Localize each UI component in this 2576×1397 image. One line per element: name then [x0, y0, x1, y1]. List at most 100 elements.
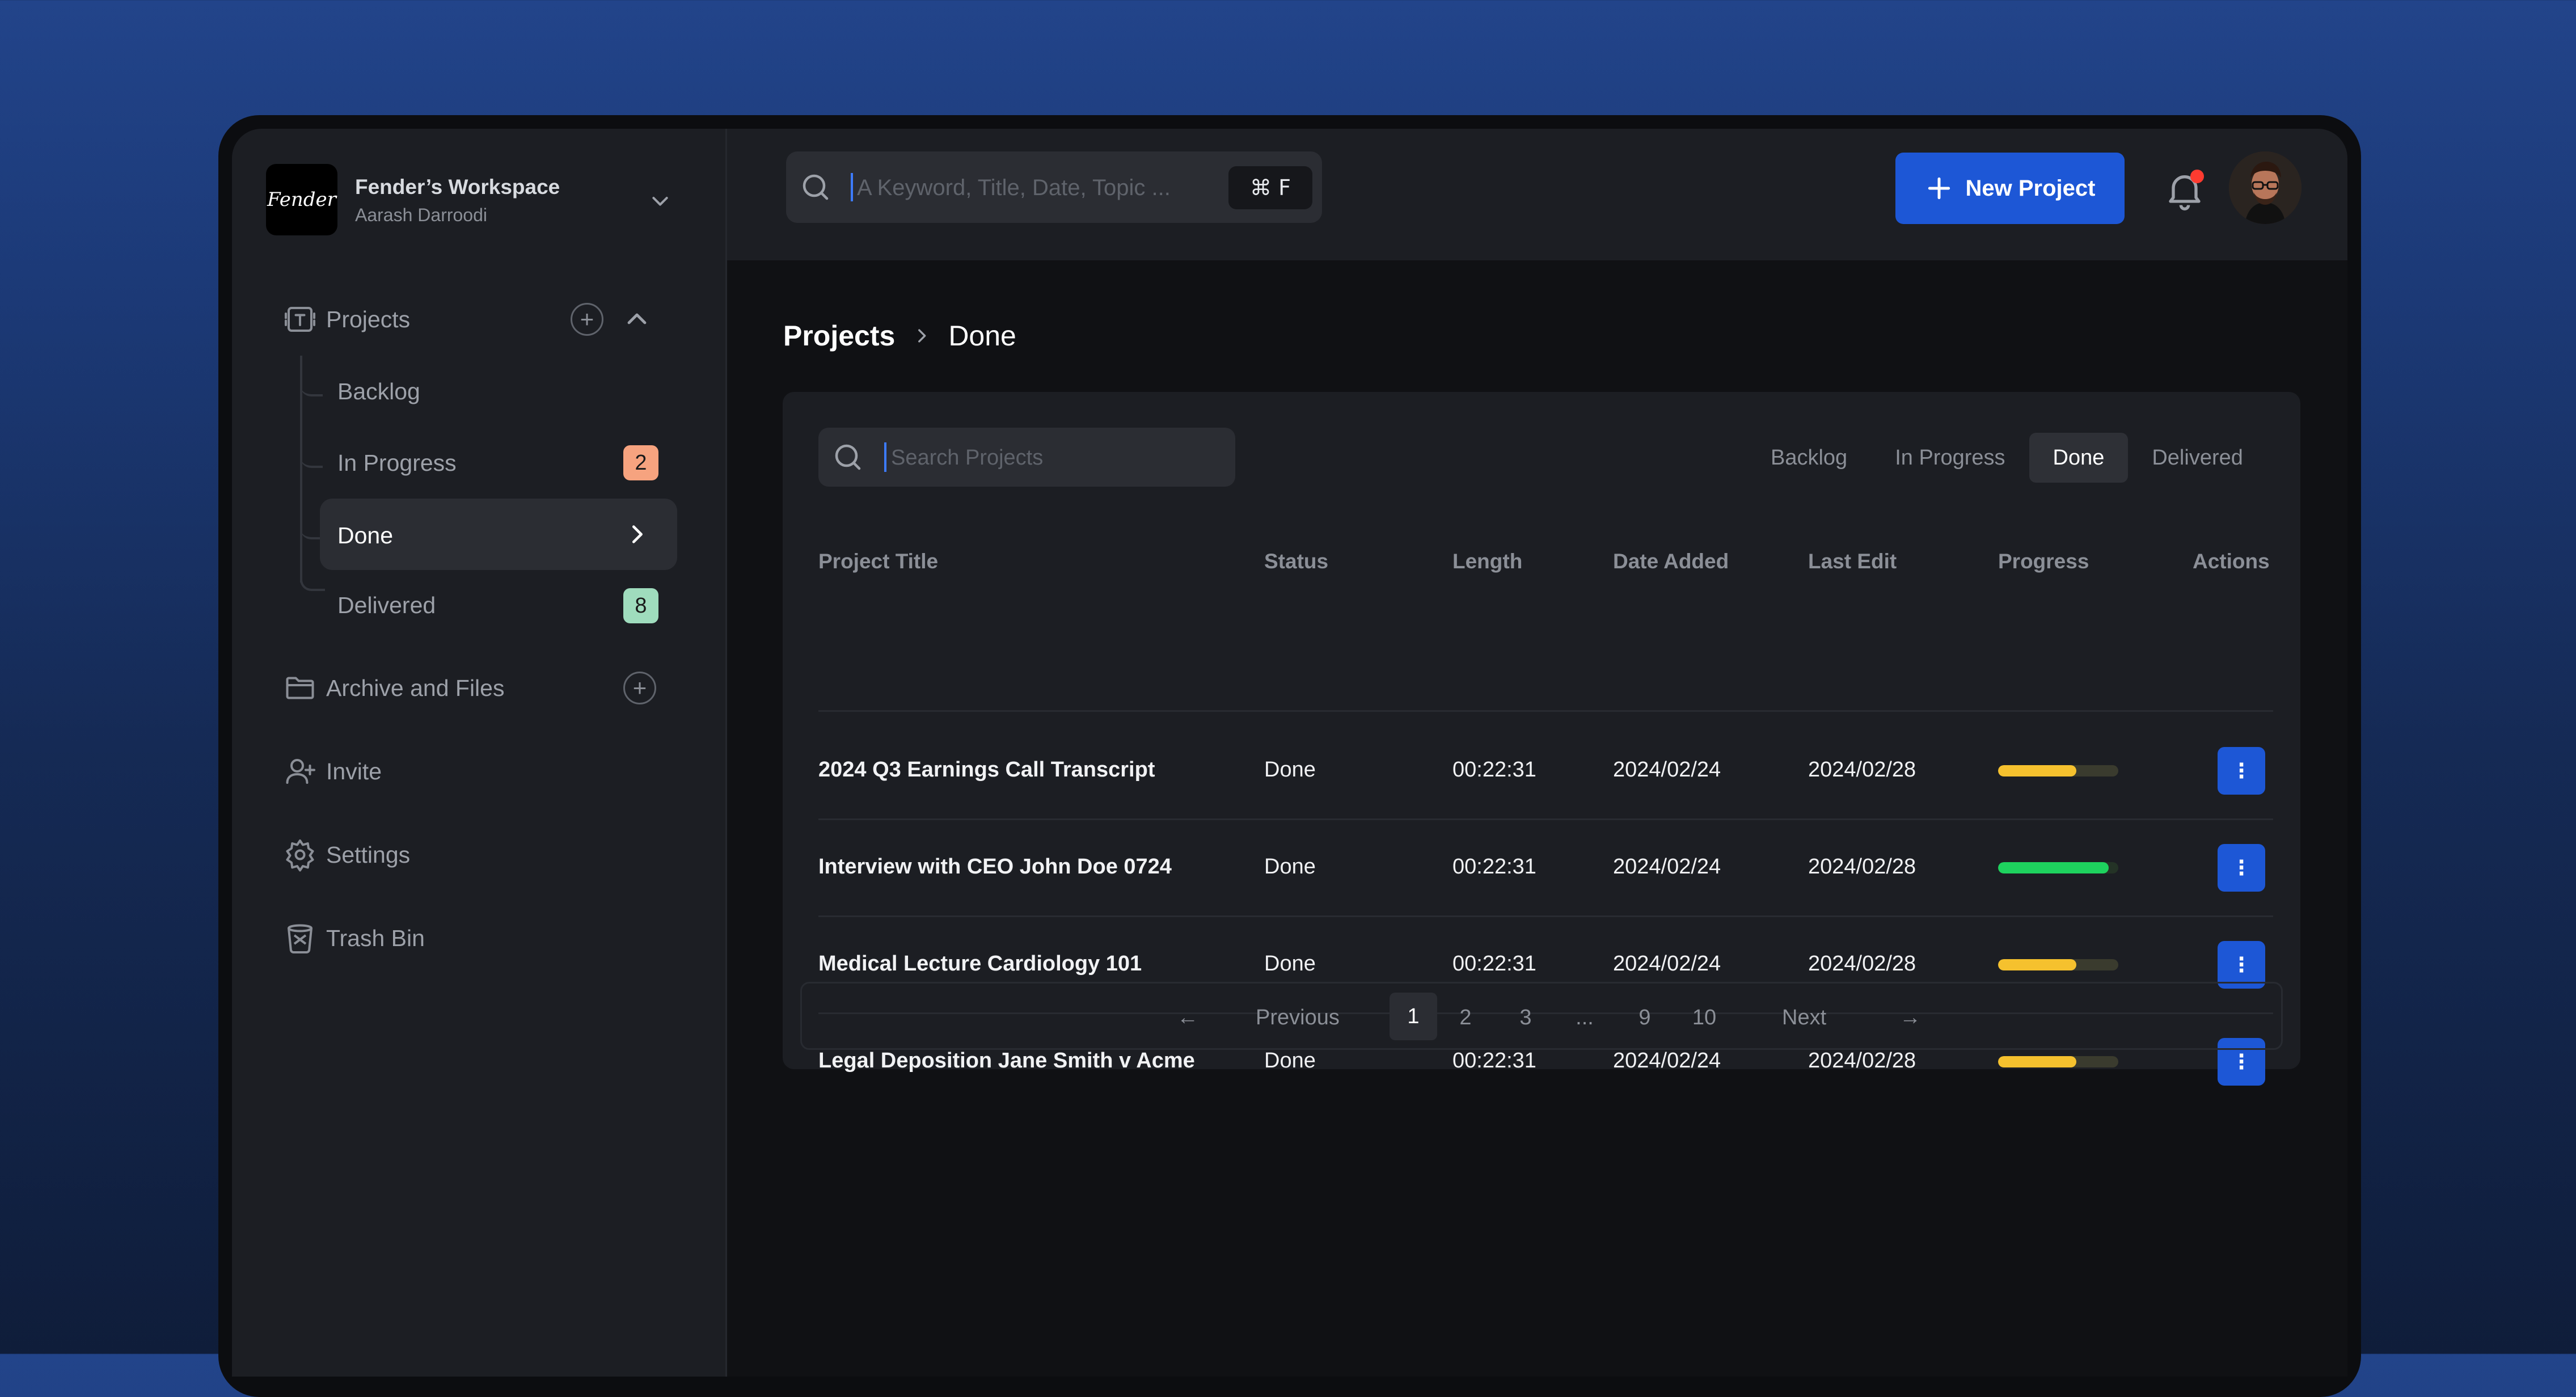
sidebar-item-label: Invite — [326, 758, 382, 784]
column-header-actions: Actions — [2193, 550, 2270, 573]
plus-icon — [1928, 177, 1950, 200]
sidebar-item-in-progress[interactable]: In Progress — [337, 450, 457, 476]
workspace-user: Aarash Darroodi — [355, 205, 487, 225]
next-page-button[interactable]: Next — [1782, 984, 1826, 1052]
row-actions-button[interactable]: ⋮ — [2218, 844, 2265, 892]
notifications-button[interactable] — [2162, 167, 2207, 213]
sidebar-item-label: Archive and Files — [326, 674, 505, 701]
search-shortcut-hint: ⌘ F — [1228, 166, 1312, 209]
divider — [818, 915, 2273, 917]
topbar: A Keyword, Title, Date, Topic ... ⌘ F Ne… — [727, 129, 2347, 260]
tab-in-progress[interactable]: In Progress — [1871, 433, 2029, 483]
sidebar: Fender Fender’s Workspace Aarash Darrood… — [232, 129, 727, 1377]
progress-fill — [1998, 765, 2076, 776]
in-progress-count-badge: 2 — [623, 445, 658, 480]
text-caret — [884, 442, 886, 472]
sidebar-item-invite[interactable]: Invite — [283, 754, 382, 788]
progress-bar — [1998, 765, 2118, 776]
project-last-edit: 2024/02/28 — [1808, 1049, 1916, 1073]
chevron-right-icon — [918, 329, 926, 343]
divider — [818, 818, 2273, 820]
project-status: Done — [1264, 855, 1316, 879]
add-project-button[interactable]: + — [571, 303, 603, 336]
chevron-up-icon[interactable] — [623, 306, 651, 333]
project-title[interactable]: 2024 Q3 Earnings Call Transcript — [818, 758, 1155, 782]
project-last-edit: 2024/02/28 — [1808, 855, 1916, 879]
notification-dot — [2190, 170, 2204, 183]
column-header-length[interactable]: Length — [1452, 550, 1522, 573]
page-3-button[interactable]: 3 — [1509, 984, 1543, 1052]
column-header-title[interactable]: Project Title — [818, 550, 938, 573]
folder-icon — [283, 671, 317, 705]
prev-arrow-icon[interactable]: ← — [1165, 984, 1210, 1052]
project-date-added: 2024/02/24 — [1613, 1049, 1721, 1073]
page-9-button[interactable]: 9 — [1628, 984, 1662, 1052]
project-title[interactable]: Interview with CEO John Doe 0724 — [818, 855, 1172, 879]
sidebar-item-backlog[interactable]: Backlog — [337, 378, 420, 405]
previous-page-button[interactable]: Previous — [1256, 984, 1340, 1052]
search-icon — [835, 444, 861, 470]
progress-bar — [1998, 862, 2118, 873]
progress-fill — [1998, 959, 2076, 970]
workspace-logo: Fender — [266, 164, 337, 235]
tab-done[interactable]: Done — [2029, 433, 2129, 483]
column-header-progress[interactable]: Progress — [1998, 550, 2089, 573]
divider — [818, 710, 2273, 712]
page-2-button[interactable]: 2 — [1449, 984, 1483, 1052]
column-header-date-added[interactable]: Date Added — [1613, 550, 1729, 573]
sidebar-item-delivered[interactable]: Delivered — [337, 592, 436, 619]
column-header-last-edit[interactable]: Last Edit — [1808, 550, 1897, 573]
column-header-status[interactable]: Status — [1264, 550, 1328, 573]
workspace-name: Fender’s Workspace — [355, 175, 560, 199]
sidebar-item-label: Settings — [326, 841, 411, 868]
search-placeholder: Search Projects — [891, 446, 1044, 470]
user-avatar[interactable] — [2229, 151, 2301, 224]
workspace-switcher[interactable]: Fender Fender’s Workspace Aarash Darrood… — [266, 164, 668, 238]
project-title[interactable]: Medical Lecture Cardiology 101 — [818, 952, 1142, 976]
breadcrumb-root[interactable]: Projects — [783, 319, 895, 352]
project-length: 00:22:31 — [1452, 855, 1536, 879]
project-date-added: 2024/02/24 — [1613, 855, 1721, 879]
new-project-button[interactable]: New Project — [1895, 153, 2125, 224]
add-user-icon — [283, 754, 317, 788]
tab-backlog[interactable]: Backlog — [1747, 433, 1871, 483]
tree-branch — [300, 374, 323, 396]
tab-delivered[interactable]: Delivered — [2128, 433, 2267, 483]
project-date-added: 2024/02/24 — [1613, 758, 1721, 782]
project-status: Done — [1264, 1049, 1316, 1073]
sidebar-item-settings[interactable]: Settings — [283, 838, 410, 872]
progress-fill — [1998, 862, 2109, 873]
progress-bar — [1998, 1056, 2118, 1067]
add-archive-button[interactable]: + — [623, 672, 656, 704]
sidebar-item-label: Done — [337, 522, 394, 548]
sidebar-item-label: Trash Bin — [326, 925, 425, 951]
sidebar-item-done[interactable]: Done — [320, 499, 677, 570]
sidebar-item-label: Projects — [326, 306, 411, 332]
status-filter-tabs: Backlog In Progress Done Delivered — [1747, 433, 2267, 483]
global-search-input[interactable]: A Keyword, Title, Date, Topic ... ⌘ F — [786, 151, 1322, 223]
chevron-down-icon[interactable] — [649, 189, 672, 212]
project-length: 00:22:31 — [1452, 758, 1536, 782]
project-status: Done — [1264, 758, 1316, 782]
page-1-button[interactable]: 1 — [1390, 993, 1437, 1040]
sidebar-item-archive[interactable]: Archive and Files — [283, 671, 504, 705]
pagination: ← Previous 1 2 3 ... 9 10 Next → — [800, 982, 2283, 1050]
tree-branch — [300, 517, 323, 539]
row-actions-button[interactable]: ⋮ — [2218, 747, 2265, 795]
text-caret — [851, 173, 853, 201]
search-icon — [803, 174, 829, 200]
project-length: 00:22:31 — [1452, 952, 1536, 976]
project-search-input[interactable]: Search Projects — [818, 428, 1235, 487]
project-last-edit: 2024/02/28 — [1808, 952, 1916, 976]
new-project-label: New Project — [1965, 175, 2096, 201]
sidebar-item-trash[interactable]: Trash Bin — [283, 921, 425, 955]
project-title[interactable]: Legal Deposition Jane Smith v Acme — [818, 1049, 1195, 1073]
sidebar-item-projects[interactable]: Projects — [283, 302, 410, 336]
page-10-button[interactable]: 10 — [1684, 984, 1724, 1052]
projects-icon — [283, 302, 317, 336]
search-placeholder: A Keyword, Title, Date, Topic ... — [857, 175, 1171, 200]
gear-icon — [283, 838, 317, 872]
chevron-right-icon — [632, 525, 643, 543]
delivered-count-badge: 8 — [623, 588, 658, 623]
next-arrow-icon[interactable]: → — [1887, 984, 1933, 1052]
